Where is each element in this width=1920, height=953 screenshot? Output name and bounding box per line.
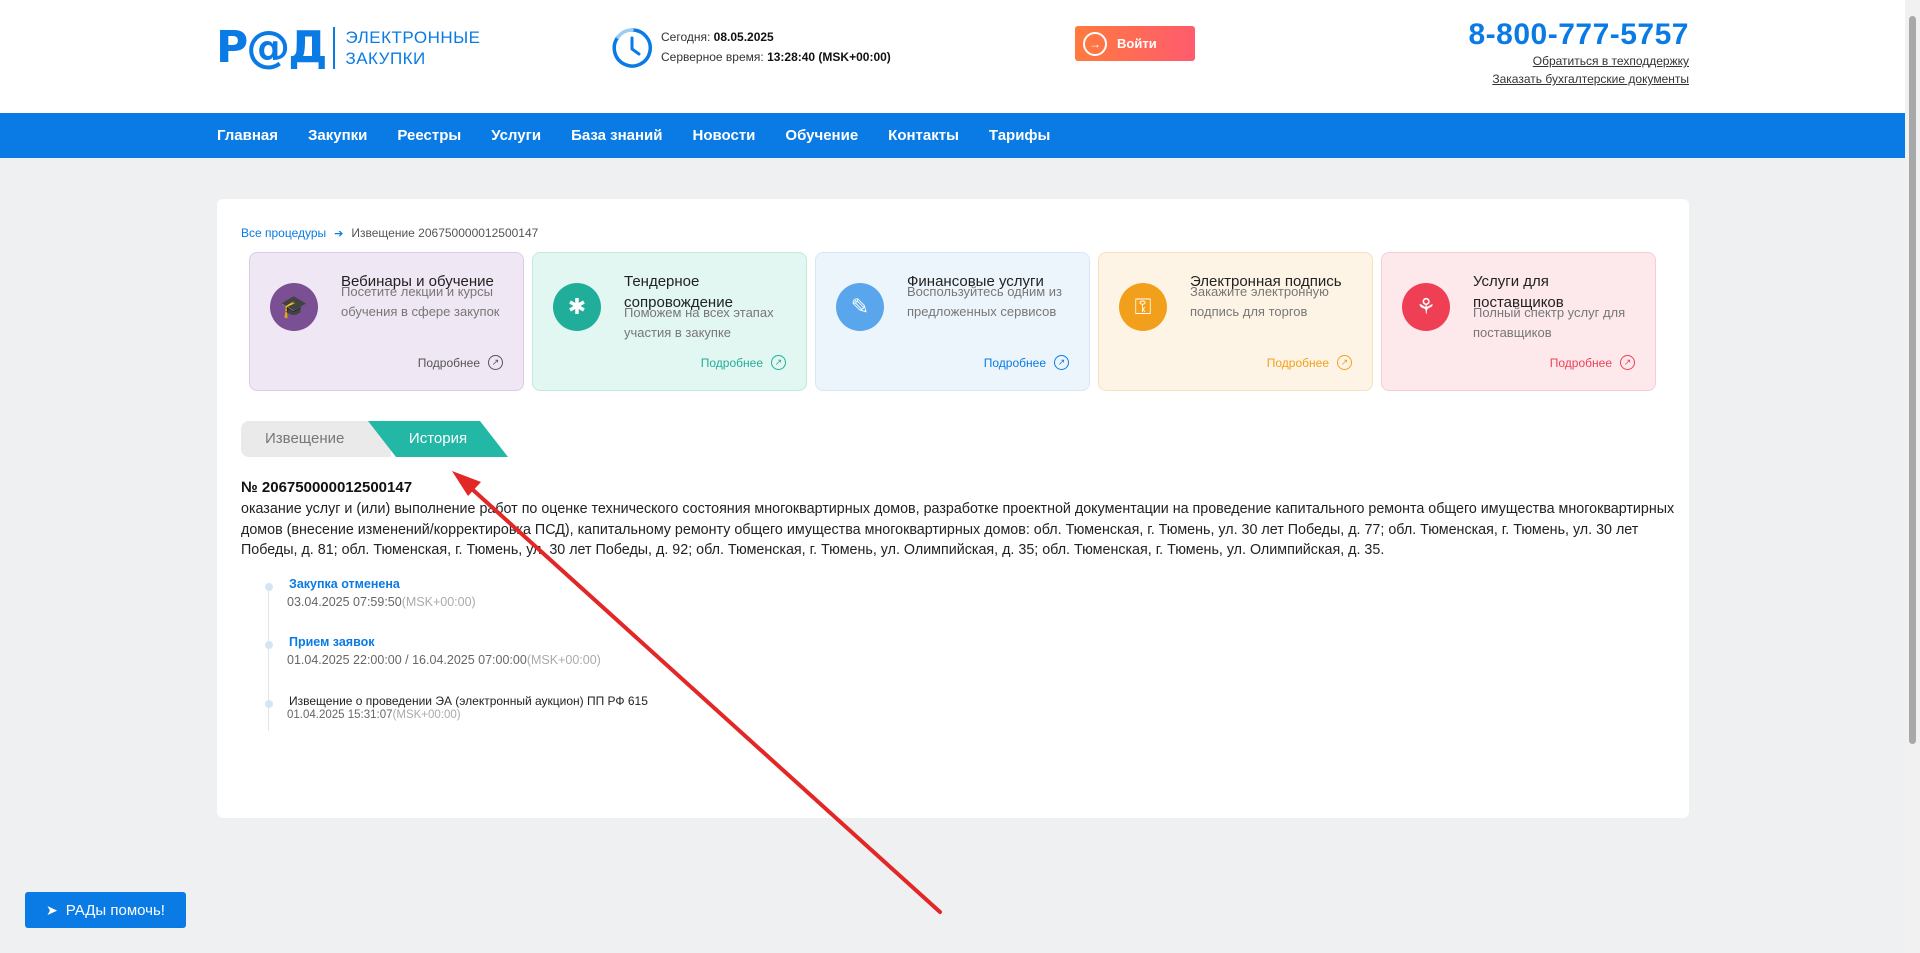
service-card-description: Закажите электронную подпись для торгов	[1190, 284, 1329, 319]
service-card-more-label: Подробнее	[983, 355, 1046, 370]
notice-description: оказание услуг и (или) выполнение работ …	[241, 501, 1675, 558]
procedure-card: Все процедуры ➔ Извещение 20675000001250…	[217, 199, 1689, 818]
nav-item-training[interactable]: Обучение	[785, 127, 858, 144]
server-time-value: 13:28:40 (MSK+00:00)	[767, 50, 891, 64]
service-card-description: Воспользуйтесь одним из предложенных сер…	[907, 284, 1062, 319]
service-card-more-label: Подробнее	[1549, 355, 1612, 370]
tab-notice[interactable]: Извещение	[265, 421, 344, 457]
service-card-description: Полный спектр услуг для поставщиков	[1473, 305, 1626, 340]
nav-item-home[interactable]: Главная	[217, 127, 278, 144]
server-time-row: Серверное время: 13:28:40 (MSK+00:00)	[661, 47, 891, 67]
service-card-more-label: Подробнее	[700, 355, 763, 370]
contact-block: 8-800-777-5757 Обратиться в техподдержку…	[1389, 18, 1689, 88]
services-row: 🎓 Вебинары и обучение Посетите лекции и ку…	[249, 252, 1656, 391]
breadcrumb-all-procedures[interactable]: Все процедуры	[241, 226, 326, 240]
breadcrumb: Все процедуры ➔ Извещение 20675000001250…	[241, 226, 538, 240]
service-card[interactable]: ⚘ Услуги для поставщиков Полный спектр усл…	[1381, 252, 1656, 391]
scrollbar-thumb[interactable]	[1909, 16, 1916, 744]
nav-item-contacts[interactable]: Контакты	[888, 127, 959, 144]
nav-list: Главная Закупки Реестры Услуги База знан…	[217, 113, 1080, 158]
server-time-label: Серверное время:	[661, 50, 764, 64]
login-arrow-icon: →	[1083, 31, 1107, 56]
timeline-dot	[265, 700, 273, 708]
clock-icon	[612, 28, 652, 68]
service-card[interactable]: 🎓 Вебинары и обучение Посетите лекции и ку…	[249, 252, 524, 391]
help-button-label: РАДы помочь!	[65, 901, 165, 919]
site-logo[interactable]: Р@Д ЭЛЕКТРОННЫЕ ЗАКУПКИ	[216, 24, 481, 72]
service-card-description: Поможем на всех этапах участия в закупке	[624, 305, 774, 340]
server-time-block: Сегодня: 08.05.2025 Серверное время: 13:…	[661, 27, 891, 67]
today-label: Сегодня:	[661, 30, 711, 44]
login-button[interactable]: → Войти	[1075, 26, 1195, 61]
history-event-timezone: (MSK+00:00)	[392, 709, 461, 721]
breadcrumb-current: Извещение 206750000012500147	[351, 226, 539, 240]
help-button[interactable]: ➤ РАДы помочь!	[25, 892, 186, 928]
timeline-dot	[265, 583, 273, 591]
notice-number: № 206750000012500147	[241, 479, 413, 496]
today-row: Сегодня: 08.05.2025	[661, 27, 891, 47]
timeline-dot	[265, 641, 273, 649]
service-card-more-label: Подробнее	[417, 355, 480, 370]
arrow-up-right-icon: ↗	[771, 355, 786, 370]
nav-item-news[interactable]: Новости	[693, 127, 756, 144]
nav-item-knowledge-base[interactable]: База знаний	[571, 127, 662, 144]
telegram-icon: ➤	[46, 901, 58, 918]
graduation-cap-icon: 🎓	[270, 283, 318, 331]
history-event-title[interactable]: Извещение о проведении ЭА (электронный а…	[289, 694, 648, 708]
service-card-more-link[interactable]: Подробнее ↗	[418, 355, 503, 370]
arrow-up-right-icon: ↗	[1054, 355, 1069, 370]
history-event-title[interactable]: Закупка отменена	[289, 577, 400, 591]
service-card-more-link[interactable]: Подробнее ↗	[1550, 355, 1635, 370]
nav-item-registries[interactable]: Реестры	[397, 127, 461, 144]
service-card-more-label: Подробнее	[1266, 355, 1329, 370]
tabs: Извещение История	[241, 421, 508, 457]
logo-text: ЭЛЕКТРОННЫЕ ЗАКУПКИ	[345, 27, 480, 69]
main-nav: Главная Закупки Реестры Услуги База знан…	[0, 113, 1905, 158]
history-event-timezone: (MSK+00:00)	[401, 595, 476, 609]
login-label: Войти	[1117, 36, 1157, 51]
service-card-more-link[interactable]: Подробнее ↗	[701, 355, 786, 370]
accounting-docs-link[interactable]: Заказать бухгалтерские документы	[1389, 70, 1689, 88]
timeline-line	[268, 589, 269, 731]
service-card[interactable]: ✱ Тендерное сопровождение Поможем на всех …	[532, 252, 807, 391]
nav-item-services[interactable]: Услуги	[491, 127, 541, 144]
service-card-more-link[interactable]: Подробнее ↗	[1267, 355, 1352, 370]
history-event-date-value: 03.04.2025 07:59:50	[287, 595, 402, 609]
page-scrollbar[interactable]	[1905, 0, 1920, 953]
history-event-date-value: 01.04.2025 22:00:00 / 16.04.2025 07:00:0…	[287, 653, 527, 667]
service-card-more-link[interactable]: Подробнее ↗	[984, 355, 1069, 370]
today-value: 08.05.2025	[713, 30, 774, 44]
history-event-date: 01.04.2025 22:00:00 / 16.04.2025 07:00:0…	[287, 653, 601, 667]
arrow-up-right-icon: ↗	[488, 355, 503, 370]
breadcrumb-arrow-icon: ➔	[334, 227, 344, 240]
support-icon: ✱	[553, 283, 601, 331]
logo-line-1: ЭЛЕКТРОННЫЕ	[345, 28, 481, 47]
nav-item-purchases[interactable]: Закупки	[308, 127, 367, 144]
logo-divider	[333, 27, 336, 69]
history-event-timezone: (MSK+00:00)	[526, 653, 601, 667]
service-card[interactable]: ⚿ Электронная подпись Закажите электронную…	[1098, 252, 1373, 391]
site-header: Р@Д ЭЛЕКТРОННЫЕ ЗАКУПКИ Сегодня: 08.05.2…	[0, 0, 1905, 113]
arrow-up-right-icon: ↗	[1337, 355, 1352, 370]
phone-number[interactable]: 8-800-777-5757	[1389, 18, 1689, 52]
history-event-title[interactable]: Прием заявок	[289, 635, 375, 649]
history-event-date: 01.04.2025 15:31:07(MSK+00:00)	[287, 709, 461, 721]
share-icon: ⚘	[1402, 283, 1450, 331]
support-link[interactable]: Обратиться в техподдержку	[1389, 52, 1689, 70]
finance-icon: ✎	[836, 283, 884, 331]
nav-item-tariffs[interactable]: Тарифы	[989, 127, 1050, 144]
service-card[interactable]: ✎ Финансовые услуги Воспользуйтесь одним и…	[815, 252, 1090, 391]
logo-line-2: ЗАКУПКИ	[345, 49, 426, 68]
service-card-description: Посетите лекции и курсы обучения в сфере…	[341, 284, 500, 319]
logo-mark: Р@Д	[216, 22, 327, 73]
history-event-date: 03.04.2025 07:59:50(MSK+00:00)	[287, 595, 476, 609]
key-icon: ⚿	[1119, 283, 1167, 331]
history-event-date-value: 01.04.2025 15:31:07	[287, 709, 393, 721]
arrow-up-right-icon: ↗	[1620, 355, 1635, 370]
